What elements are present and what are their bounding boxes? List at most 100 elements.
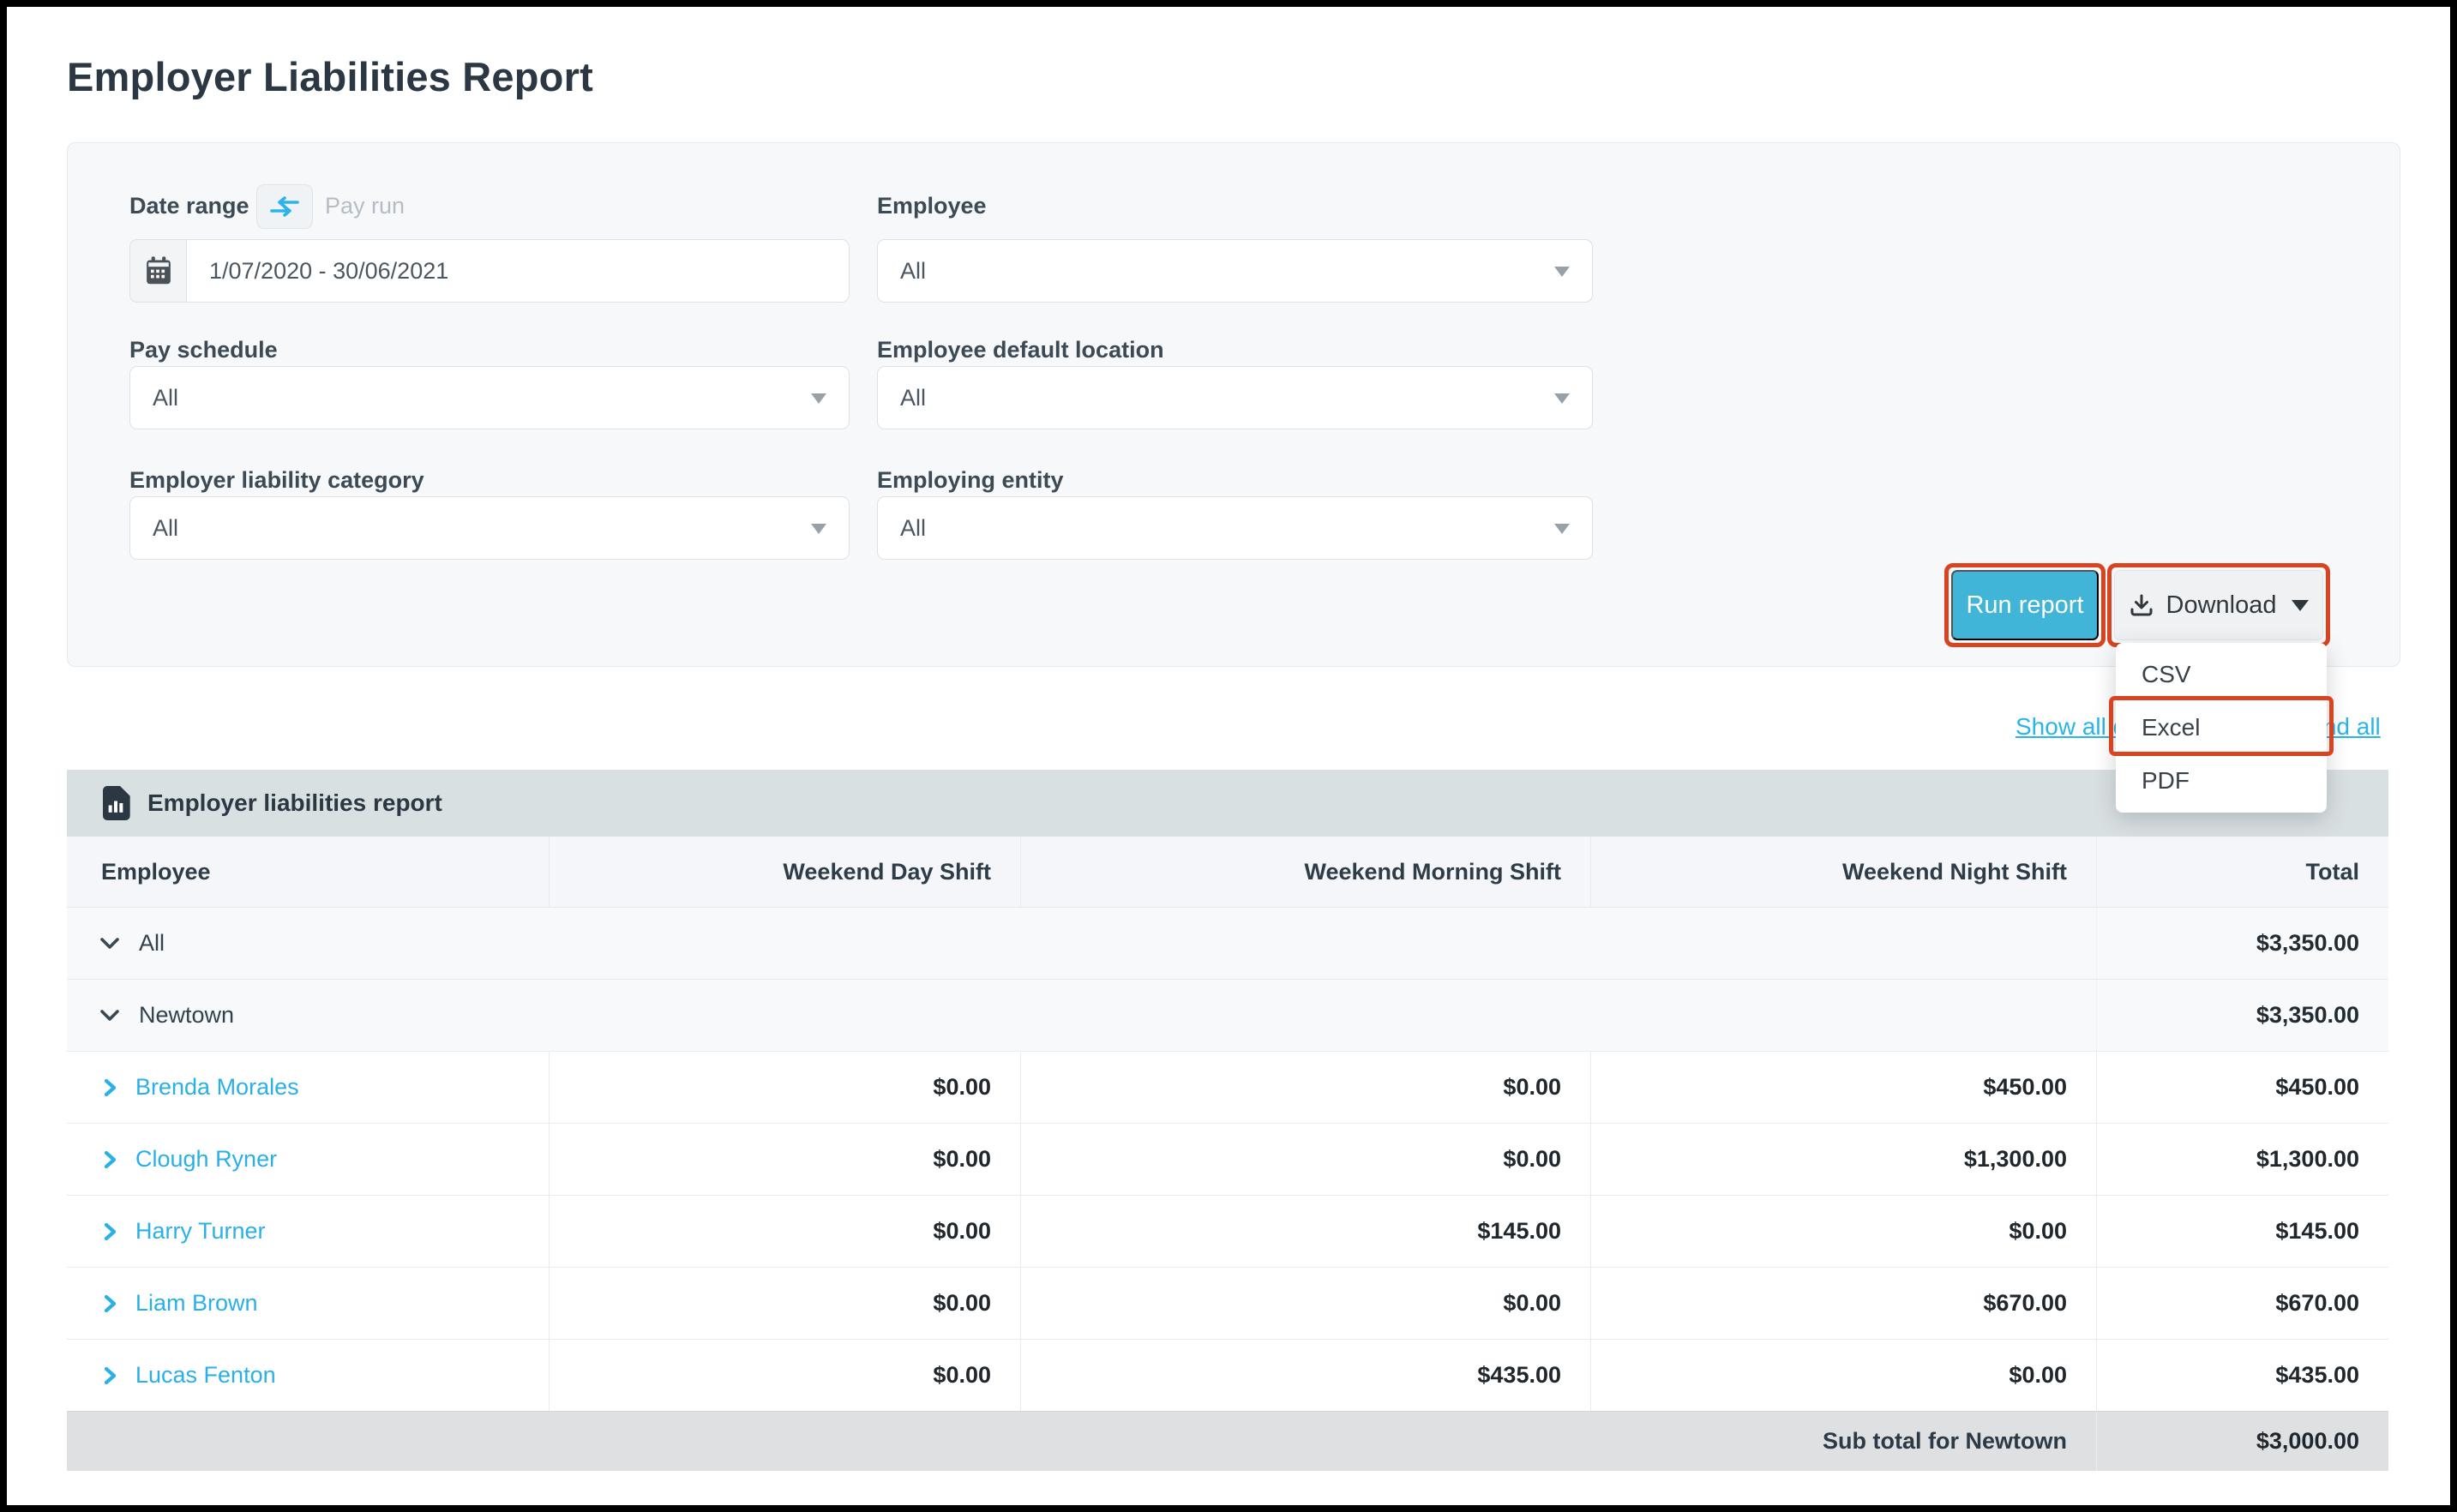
subtotal-row: Sub total for Newtown $3,000.00: [67, 1411, 2388, 1471]
group-toggle-all[interactable]: All: [67, 908, 2096, 979]
weekend-morning-value: $145.00: [1020, 1196, 1590, 1267]
weekend-night-value: $0.00: [1590, 1196, 2096, 1267]
chevron-down-icon: [1554, 524, 1570, 534]
employing-entity-label: Employing entity: [877, 467, 1064, 494]
default-location-label: Employee default location: [877, 337, 1164, 363]
subtotal-value: $3,000.00: [2096, 1412, 2388, 1471]
employee-name: Brenda Morales: [135, 1074, 299, 1101]
date-range-input[interactable]: 1/07/2020 - 30/06/2021: [129, 239, 850, 303]
chevron-down-icon: [811, 524, 826, 534]
pay-schedule-label: Pay schedule: [129, 337, 278, 363]
download-label: Download: [2166, 591, 2277, 620]
table-row: Harry Turner $0.00 $145.00 $0.00 $145.00: [67, 1195, 2388, 1267]
weekend-day-value: $0.00: [549, 1268, 1020, 1339]
total-value: $670.00: [2096, 1268, 2388, 1339]
weekend-night-value: $670.00: [1590, 1268, 2096, 1339]
chevron-down-icon: [99, 1009, 120, 1023]
liability-category-label: Employer liability category: [129, 467, 424, 494]
report-title: Employer liabilities report: [147, 789, 442, 817]
chevron-right-icon: [103, 1149, 117, 1170]
download-menu: CSV Excel PDF: [2116, 643, 2327, 813]
table-row: Brenda Morales $0.00 $0.00 $450.00 $450.…: [67, 1051, 2388, 1123]
date-payrun-toggle[interactable]: [256, 184, 313, 229]
default-location-select[interactable]: All: [877, 366, 1593, 429]
menu-item-csv[interactable]: CSV: [2116, 648, 2327, 701]
weekend-morning-value: $0.00: [1020, 1268, 1590, 1339]
employee-link[interactable]: Clough Ryner: [67, 1124, 549, 1195]
total-value: $1,300.00: [2096, 1124, 2388, 1195]
employee-name: Harry Turner: [135, 1218, 266, 1245]
weekend-day-value: $0.00: [549, 1196, 1020, 1267]
liability-category-select[interactable]: All: [129, 496, 850, 560]
swap-arrows-icon: [268, 195, 301, 219]
table-row: Lucas Fenton $0.00 $435.00 $0.00 $435.00: [67, 1339, 2388, 1411]
col-weekend-night: Weekend Night Shift: [1590, 837, 2096, 907]
group-row-all: All $3,350.00: [67, 907, 2388, 979]
pay-schedule-select[interactable]: All: [129, 366, 850, 429]
report-header-bar: Employer liabilities report: [67, 770, 2388, 837]
chevron-right-icon: [103, 1365, 117, 1386]
col-weekend-morning: Weekend Morning Shift: [1020, 837, 1590, 907]
download-icon: [2129, 592, 2154, 618]
employee-name: Liam Brown: [135, 1290, 258, 1317]
chevron-down-icon: [99, 937, 120, 951]
employee-name: Clough Ryner: [135, 1146, 277, 1173]
weekend-night-value: $1,300.00: [1590, 1124, 2096, 1195]
page-title: Employer Liabilities Report: [67, 53, 593, 100]
run-report-highlight: Run report: [1944, 563, 2106, 647]
liability-category-value: All: [130, 515, 178, 542]
column-header-row: Employee Weekend Day Shift Weekend Morni…: [67, 837, 2388, 907]
employee-select[interactable]: All: [877, 239, 1593, 303]
employee-link[interactable]: Brenda Morales: [67, 1052, 549, 1123]
chevron-down-icon: [1554, 267, 1570, 277]
table-row: Liam Brown $0.00 $0.00 $670.00 $670.00: [67, 1267, 2388, 1339]
group-label: All: [139, 930, 165, 957]
weekend-night-value: $450.00: [1590, 1052, 2096, 1123]
employing-entity-select[interactable]: All: [877, 496, 1593, 560]
group-total: $3,350.00: [2096, 908, 2388, 979]
date-range-value: 1/07/2020 - 30/06/2021: [187, 258, 448, 285]
chevron-down-icon: [1554, 393, 1570, 404]
chevron-right-icon: [103, 1077, 117, 1098]
calendar-icon: [130, 240, 187, 302]
chevron-down-icon: [811, 393, 826, 404]
total-value: $450.00: [2096, 1052, 2388, 1123]
subtotal-label: Sub total for Newtown: [1590, 1412, 2096, 1471]
payrun-label: Pay run: [325, 193, 405, 219]
run-report-button[interactable]: Run report: [1951, 570, 2099, 640]
employee-link[interactable]: Lucas Fenton: [67, 1340, 549, 1411]
employee-link[interactable]: Harry Turner: [67, 1196, 549, 1267]
menu-item-pdf[interactable]: PDF: [2116, 754, 2327, 807]
col-weekend-day: Weekend Day Shift: [549, 837, 1020, 907]
menu-item-excel[interactable]: Excel: [2116, 701, 2327, 754]
total-value: $435.00: [2096, 1340, 2388, 1411]
weekend-day-value: $0.00: [549, 1052, 1020, 1123]
group-row-newtown: Newtown $3,350.00: [67, 979, 2388, 1051]
weekend-day-value: $0.00: [549, 1124, 1020, 1195]
chevron-right-icon: [103, 1293, 117, 1314]
weekend-morning-value: $0.00: [1020, 1052, 1590, 1123]
report-table: Employer liabilities report Employee Wee…: [67, 770, 2388, 1471]
table-row: Clough Ryner $0.00 $0.00 $1,300.00 $1,30…: [67, 1123, 2388, 1195]
employer-liabilities-page: Employer Liabilities Report Date range P…: [0, 0, 2457, 1512]
col-total: Total: [2096, 837, 2388, 907]
employee-link[interactable]: Liam Brown: [67, 1268, 549, 1339]
weekend-day-value: $0.00: [549, 1340, 1020, 1411]
employee-label: Employee: [877, 193, 987, 219]
weekend-morning-value: $0.00: [1020, 1124, 1590, 1195]
weekend-night-value: $0.00: [1590, 1340, 2096, 1411]
weekend-morning-value: $435.00: [1020, 1340, 1590, 1411]
employee-value: All: [878, 258, 926, 285]
employing-entity-value: All: [878, 515, 926, 542]
group-label: Newtown: [139, 1002, 234, 1029]
total-value: $145.00: [2096, 1196, 2388, 1267]
chevron-right-icon: [103, 1221, 117, 1242]
filters-panel: Date range Pay run: [67, 142, 2400, 667]
default-location-value: All: [878, 385, 926, 411]
caret-down-icon: [2292, 600, 2309, 611]
pay-schedule-value: All: [130, 385, 178, 411]
col-employee: Employee: [67, 837, 549, 907]
report-file-icon: [101, 786, 130, 820]
download-button[interactable]: Download: [2114, 570, 2323, 640]
group-toggle-newtown[interactable]: Newtown: [67, 980, 2096, 1051]
